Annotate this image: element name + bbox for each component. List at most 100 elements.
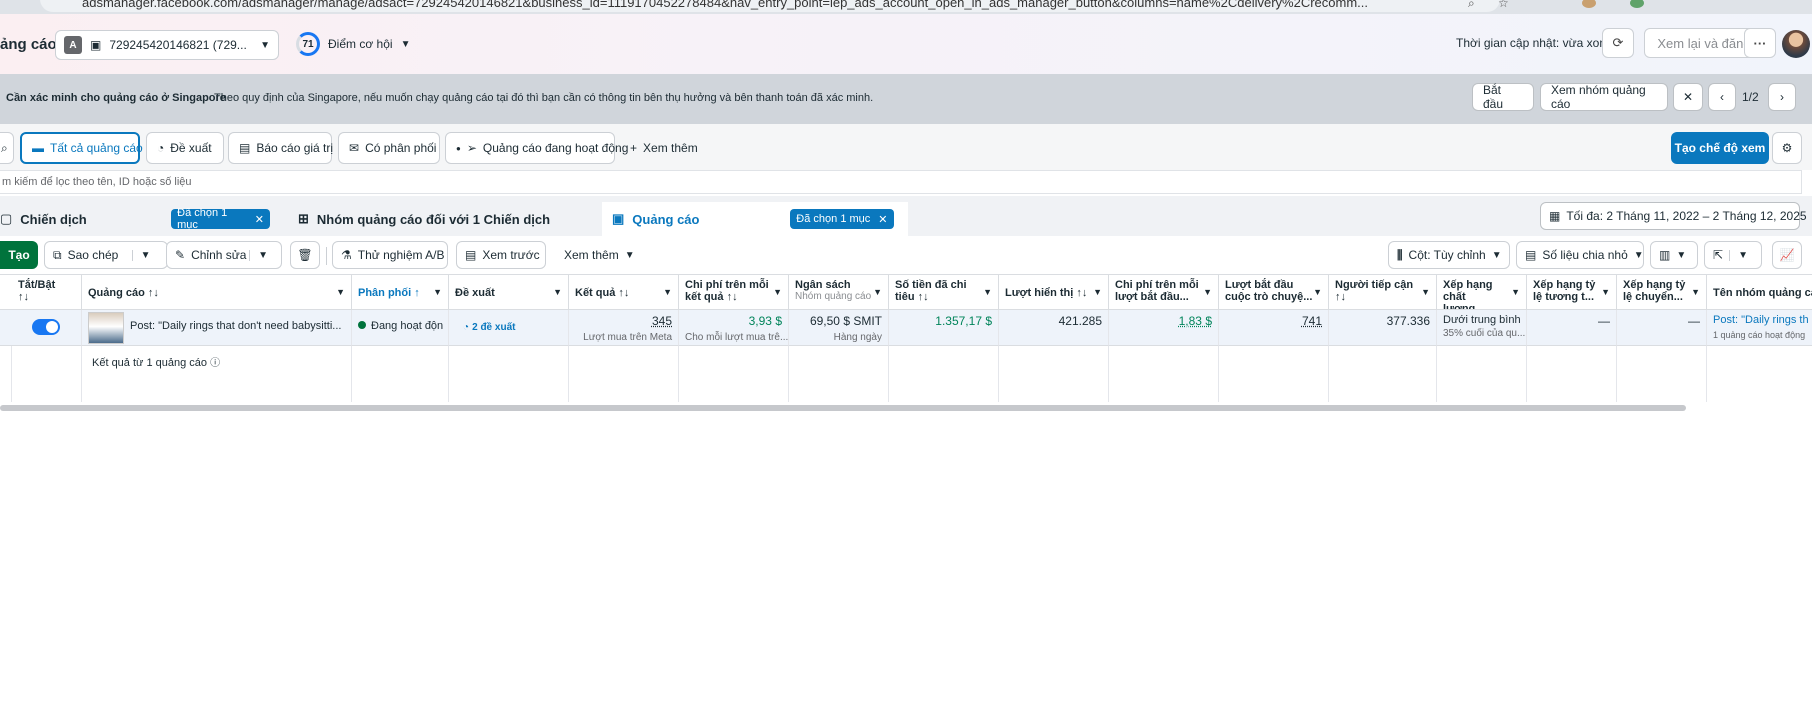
tab-active-ads[interactable]: ● ➢ Quảng cáo đang hoạt động bbox=[445, 132, 628, 164]
ad-account-icon: ▣ bbox=[90, 38, 102, 52]
cost-per-start-value[interactable]: 1,83 $ bbox=[1115, 314, 1212, 328]
see-more-label: Xem thêm bbox=[643, 141, 698, 155]
column-results[interactable]: Kết quả ↑↓ ▼ bbox=[569, 274, 679, 310]
column-cost-per-result[interactable]: Chi phí trên mỗi kết quả ↑↓ ▼ bbox=[679, 274, 789, 310]
column-amount-spent[interactable]: Số tiền đã chi tiêu ↑↓ ▼ bbox=[889, 274, 999, 310]
extension-icon[interactable] bbox=[1582, 0, 1596, 8]
adset-name-link[interactable]: Post: "Daily rings th bbox=[1713, 314, 1809, 326]
header-label: Số tiền đã chi tiêu ↑↓ bbox=[895, 279, 967, 303]
column-adset-name[interactable]: Tên nhóm quảng cá bbox=[1707, 274, 1812, 310]
tab-campaigns[interactable]: ▢ Chiến dịch Đã chọn 1 mục ✕ bbox=[0, 202, 280, 236]
chart-icon[interactable]: 📈 bbox=[1772, 241, 1802, 269]
tab-recommendations[interactable]: ◔ Đề xuất bbox=[146, 132, 224, 164]
caret-down-icon: ▼ bbox=[663, 287, 672, 297]
column-reach[interactable]: Người tiếp cận ↑↓ ▼ bbox=[1329, 274, 1437, 310]
engagement-ranking-value: — bbox=[1598, 314, 1610, 328]
tab-all-ads[interactable]: ▬ Tất cả quảng cáo bbox=[20, 132, 143, 164]
chevron-left-icon[interactable]: ‹ bbox=[1708, 83, 1736, 111]
view-adsets-button[interactable]: Xem nhóm quảng cáo bbox=[1540, 83, 1668, 111]
table-row-conversation-starts-cell: 741 bbox=[1219, 310, 1329, 346]
column-engagement-ranking[interactable]: Xếp hạng tỷ lệ tương t... ▼ bbox=[1527, 274, 1617, 310]
breakdown-button[interactable]: ▤ Số liệu chia nhỏ ▼ bbox=[1516, 241, 1644, 269]
footer-cell bbox=[1707, 346, 1812, 402]
table-row-amount-spent-cell: 1.357,17 $ bbox=[889, 310, 999, 346]
close-icon[interactable]: ✕ bbox=[878, 213, 887, 226]
search-icon[interactable]: ⌕ bbox=[1468, 0, 1475, 11]
recommendations-link[interactable]: 2 đề xuất bbox=[472, 322, 515, 333]
table-row-ad-cell[interactable]: Post: "Daily rings that don't need babys… bbox=[82, 310, 352, 346]
column-impressions[interactable]: Lượt hiển thị ↑↓ ▼ bbox=[999, 274, 1109, 310]
export-button[interactable]: ⇱ ▼ bbox=[1704, 241, 1762, 269]
date-range-picker[interactable]: ▦ Tối đa: 2 Tháng 11, 2022 – 2 Tháng 12,… bbox=[1540, 202, 1807, 230]
page-title: ảng cáo bbox=[0, 36, 57, 53]
account-selector[interactable]: A ▣ 729245420146821 (729... ▼ bbox=[55, 30, 279, 60]
url-text[interactable]: adsmanager.facebook.com/adsmanager/manag… bbox=[82, 0, 1368, 10]
column-recommendations[interactable]: Đề xuất ▼ bbox=[449, 274, 569, 310]
edit-label: Chỉnh sửa bbox=[191, 248, 247, 262]
start-button[interactable]: Bắt đầu bbox=[1472, 83, 1534, 111]
column-conversation-starts[interactable]: Lượt bắt đầu cuộc trò chuyệ... ▼ bbox=[1219, 274, 1329, 310]
header-label: Lượt bắt đầu cuộc trò chuyệ... bbox=[1225, 279, 1313, 303]
header-label: Ngân sách bbox=[795, 279, 851, 291]
ab-test-button[interactable]: ⚗ Thử nghiệm A/B bbox=[332, 241, 448, 269]
avatar[interactable] bbox=[1782, 30, 1810, 58]
info-icon[interactable]: ⓘ bbox=[210, 358, 220, 369]
table-row-toggle-cell bbox=[12, 310, 82, 346]
refresh-button[interactable]: ⟳ bbox=[1602, 28, 1634, 58]
report-icon: ▥ bbox=[1659, 248, 1671, 262]
amount-spent-value: 1.357,17 $ bbox=[935, 314, 992, 328]
edit-button[interactable]: ✎ Chỉnh sửa ▼ bbox=[166, 241, 282, 269]
close-icon[interactable]: ✕ bbox=[255, 213, 264, 226]
account-id: 729245420146821 (729... bbox=[109, 38, 247, 52]
table-row-recommendations-cell[interactable]: ◔ 2 đề xuất bbox=[449, 310, 569, 346]
ad-name[interactable]: Post: "Daily rings that don't need babys… bbox=[130, 320, 341, 332]
ads-selected-chip[interactable]: Đã chọn 1 mục ✕ bbox=[790, 209, 894, 229]
column-conversion-ranking[interactable]: Xếp hạng tỷ lệ chuyển... ▼ bbox=[1617, 274, 1707, 310]
quality-ranking-detail: 35% cuối của qu... bbox=[1443, 328, 1526, 339]
caret-down-icon: ▼ bbox=[983, 287, 992, 297]
column-toggle[interactable]: Tắt/Bật ↑↓ bbox=[12, 274, 82, 310]
chip-label: Đã chọn 1 mục bbox=[177, 207, 228, 231]
table-row-delivery-cell: Đang hoạt độn bbox=[352, 310, 449, 346]
close-icon[interactable]: ✕ bbox=[1673, 83, 1703, 111]
caret-down-icon: ▼ bbox=[131, 249, 150, 261]
tab-value-reports[interactable]: ▤ Báo cáo giá trị bbox=[228, 132, 333, 164]
footer-cell bbox=[1527, 346, 1617, 402]
tab-adsets[interactable]: ⊞ Nhóm quảng cáo đối với 1 Chiến dịch bbox=[288, 202, 598, 236]
column-budget[interactable]: Ngân sách Nhóm quảng cáo ▼ bbox=[789, 274, 889, 310]
search-input[interactable] bbox=[0, 171, 1801, 193]
plus-icon: + bbox=[630, 141, 638, 155]
column-ad[interactable]: Quảng cáo ↑↓ ▼ bbox=[82, 274, 352, 310]
delete-button[interactable]: 🗑 bbox=[290, 241, 320, 269]
column-cost-per-start[interactable]: Chi phí trên mỗi lượt bắt đầu... ▼ bbox=[1109, 274, 1219, 310]
search-toggle[interactable]: ⌕ bbox=[0, 132, 14, 164]
tab-has-delivery[interactable]: ✉ Có phân phối bbox=[338, 132, 440, 164]
results-value[interactable]: 345 bbox=[575, 314, 672, 328]
tab-ads[interactable]: ▣ Quảng cáo Đã chọn 1 mục ✕ bbox=[602, 202, 908, 236]
ad-on-off-toggle[interactable] bbox=[32, 319, 60, 335]
create-view-button[interactable]: Tạo chế độ xem bbox=[1671, 132, 1769, 164]
create-button[interactable]: Tạo bbox=[0, 241, 38, 269]
chevron-right-icon[interactable]: › bbox=[1768, 83, 1796, 111]
checkbox-icon: ▢ bbox=[0, 211, 13, 226]
extension-icon-2[interactable] bbox=[1630, 0, 1644, 8]
more-options-button[interactable]: ··· bbox=[1744, 28, 1776, 58]
opportunity-score[interactable]: 71 Điểm cơ hội ▼ bbox=[296, 32, 410, 56]
conversation-starts-value[interactable]: 741 bbox=[1225, 314, 1322, 328]
toolbar-see-more[interactable]: Xem thêm ▼ bbox=[556, 241, 636, 269]
column-quality-ranking[interactable]: Xếp hạng chất lượng... ▼ bbox=[1437, 274, 1527, 310]
footer-cell bbox=[1437, 346, 1527, 402]
campaigns-selected-chip[interactable]: Đã chọn 1 mục ✕ bbox=[171, 207, 270, 231]
caret-down-icon: ▼ bbox=[624, 249, 635, 261]
cost-per-result-type: Cho mỗi lượt mua trê... bbox=[685, 332, 789, 343]
see-more-tabs[interactable]: + Xem thêm bbox=[620, 132, 710, 164]
duplicate-button[interactable]: ⧉ Sao chép ▼ bbox=[44, 241, 168, 269]
columns-button[interactable]: ⫼ Cột: Tùy chỉnh ▼ bbox=[1388, 241, 1510, 269]
settings-sliders-icon[interactable]: ⚙ bbox=[1772, 132, 1802, 164]
reports-button[interactable]: ▥ ▼ bbox=[1650, 241, 1698, 269]
caret-down-icon: ▼ bbox=[1691, 287, 1700, 297]
preview-button[interactable]: ▤ Xem trước bbox=[456, 241, 546, 269]
star-icon[interactable]: ☆ bbox=[1498, 0, 1509, 10]
horizontal-scrollbar[interactable] bbox=[0, 405, 1686, 411]
column-delivery[interactable]: Phân phối ↑ ▼ bbox=[352, 274, 449, 310]
